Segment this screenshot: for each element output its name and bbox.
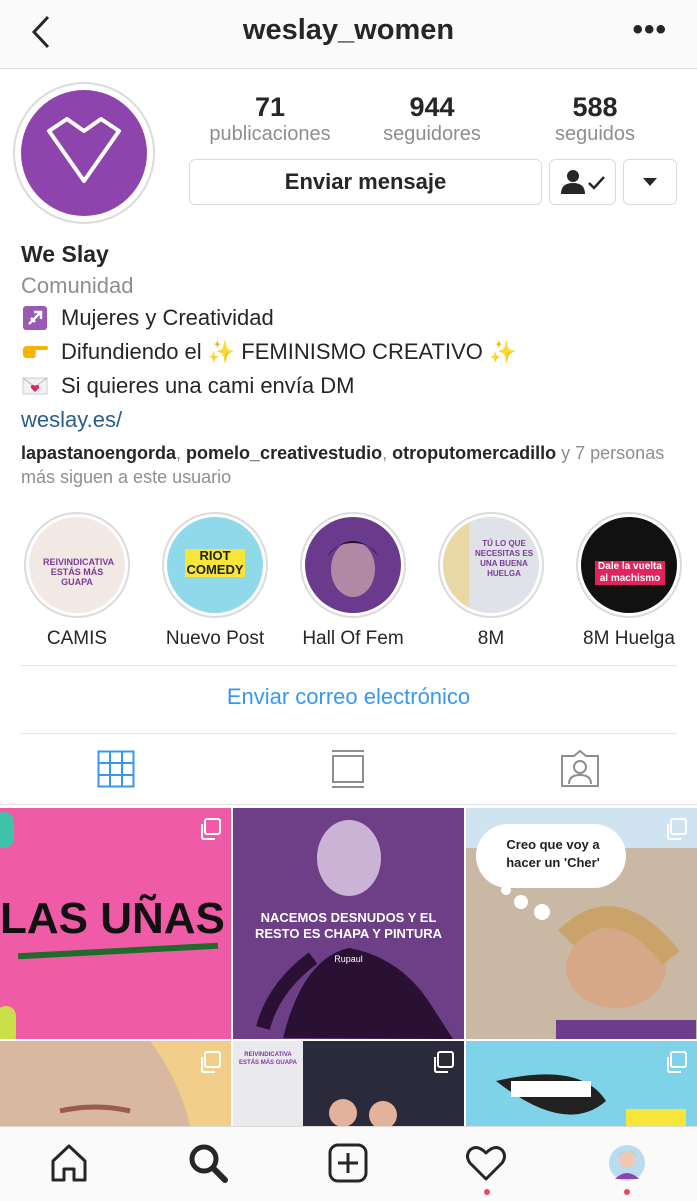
- profile-bio: We Slay Comunidad Mujeres y Creatividad …: [21, 238, 681, 489]
- tab-grid[interactable]: [86, 744, 146, 794]
- multiple-photos-icon: [434, 1051, 454, 1073]
- multiple-photos-icon: [201, 818, 221, 840]
- bio-text: Difundiendo el ✨ FEMINISMO CREATIVO ✨: [61, 339, 517, 364]
- highlight-ring: REIVINDICATIVA ESTÁS MÁS GUAPA: [24, 512, 130, 618]
- pointing-hand-icon: [21, 340, 49, 364]
- nav-activity[interactable]: [456, 1137, 516, 1189]
- stat-label: publicaciones: [209, 123, 331, 145]
- nav-search[interactable]: [178, 1137, 238, 1189]
- love-letter-icon: [21, 374, 49, 398]
- bottom-nav: [0, 1126, 697, 1201]
- thumbnail-text: TÚ LO QUE NECESITAS ES UNA BUENA HUELGA: [474, 539, 534, 578]
- following-button[interactable]: [549, 159, 616, 205]
- highlight-ring: Dale la vuelta al machismo: [576, 512, 682, 618]
- follower-username[interactable]: otroputomercadillo: [392, 443, 556, 463]
- caret-down-icon: [643, 178, 657, 186]
- profile-avatar[interactable]: [13, 82, 155, 224]
- follower-username[interactable]: pomelo_creativestudio: [186, 443, 382, 463]
- thumbnail-text: REIVINDICATIVA ESTÁS MÁS GUAPA: [43, 557, 115, 587]
- top-bar: weslay_women •••: [0, 0, 697, 69]
- highlight-thumbnail: RIOT COMEDY: [167, 517, 263, 613]
- feed-icon: [332, 750, 364, 788]
- sagittarius-icon: [21, 306, 49, 330]
- highlight-label: 8M Huelga: [583, 628, 675, 649]
- post-thumbnail[interactable]: REIVINDICATIVA ESTÁS MÁS GUAPA: [233, 1041, 464, 1126]
- send-email-button[interactable]: Enviar correo electrónico: [0, 684, 697, 710]
- person-check-icon: [560, 170, 605, 194]
- bio-line: Difundiendo el ✨ FEMINISMO CREATIVO ✨: [21, 335, 681, 369]
- separator: ,: [382, 443, 393, 463]
- profile-username: weslay_women: [242, 14, 455, 46]
- post-subtext: Rupaul: [334, 954, 363, 964]
- stat-followers[interactable]: 944 seguidores: [352, 92, 512, 146]
- multiple-photos-icon: [667, 818, 687, 840]
- activity-icon: [466, 1146, 506, 1181]
- post-text: LAS UÑAS: [0, 894, 225, 943]
- stat-value: 944: [409, 92, 455, 122]
- bio-line: Mujeres y Creatividad: [21, 301, 681, 335]
- send-message-button[interactable]: Enviar mensaje: [189, 159, 542, 205]
- bio-text: Si quieres una cami envía DM: [61, 373, 355, 398]
- stat-label: seguidores: [383, 123, 481, 145]
- stat-following[interactable]: 588 seguidos: [515, 92, 675, 146]
- profile-icon: [609, 1145, 645, 1181]
- highlight-hall-of-fem[interactable]: Hall Of Fem: [293, 512, 413, 650]
- tagged-icon: [561, 750, 599, 787]
- divider: [0, 804, 697, 805]
- separator: ,: [176, 443, 187, 463]
- stat-posts[interactable]: 71 publicaciones: [190, 92, 350, 146]
- multiple-photos-icon: [201, 1051, 221, 1073]
- divider: [20, 665, 677, 666]
- nav-home[interactable]: [39, 1137, 99, 1189]
- post-thumbnail[interactable]: [466, 1041, 697, 1126]
- nav-profile[interactable]: [597, 1137, 657, 1189]
- post-text: NACEMOS DESNUDOS Y EL RESTO ES CHAPA Y P…: [254, 910, 443, 941]
- grid-icon: [97, 750, 135, 788]
- followed-by-text[interactable]: lapastanoengorda, pomelo_creativestudio,…: [21, 441, 681, 489]
- post-thumbnail[interactable]: [0, 1041, 231, 1126]
- thumbnail-text: RIOT COMEDY: [185, 548, 245, 577]
- highlight-label: 8M: [477, 628, 505, 649]
- nav-new-post[interactable]: [318, 1137, 378, 1189]
- highlight-label: CAMIS: [46, 628, 108, 649]
- highlight-ring: [300, 512, 406, 618]
- bio-line: Si quieres una cami envía DM: [21, 369, 681, 403]
- search-icon: [189, 1144, 228, 1183]
- suggestions-dropdown-button[interactable]: [623, 159, 677, 205]
- new-post-icon: [328, 1143, 368, 1183]
- more-options-icon[interactable]: •••: [632, 15, 667, 45]
- activity-notification-dot: [484, 1189, 490, 1195]
- highlight-thumbnail: [305, 517, 401, 613]
- website-link[interactable]: weslay.es/: [21, 403, 681, 437]
- highlight-camis[interactable]: REIVINDICATIVA ESTÁS MÁS GUAPA CAMIS: [17, 512, 137, 650]
- tab-tagged[interactable]: [550, 744, 610, 794]
- profile-notification-dot: [624, 1189, 630, 1195]
- highlight-thumbnail: TÚ LO QUE NECESITAS ES UNA BUENA HUELGA: [443, 517, 539, 613]
- divider: [20, 733, 677, 734]
- highlight-8m-huelga[interactable]: Dale la vuelta al machismo 8M Huelga: [569, 512, 689, 650]
- post-thumbnail[interactable]: LAS UÑAS: [0, 808, 231, 1039]
- thumbnail-text: Dale la vuelta al machismo: [595, 561, 665, 585]
- tab-feed[interactable]: [318, 744, 378, 794]
- stat-value: 71: [254, 92, 286, 122]
- highlight-label: Hall Of Fem: [302, 628, 404, 649]
- highlight-thumbnail: REIVINDICATIVA ESTÁS MÁS GUAPA: [29, 517, 125, 613]
- heart-logo: [21, 90, 147, 216]
- highlight-8m[interactable]: TÚ LO QUE NECESITAS ES UNA BUENA HUELGA …: [431, 512, 551, 650]
- multiple-photos-icon: [667, 1051, 687, 1073]
- highlight-ring: TÚ LO QUE NECESITAS ES UNA BUENA HUELGA: [438, 512, 544, 618]
- post-thumbnail[interactable]: NACEMOS DESNUDOS Y EL RESTO ES CHAPA Y P…: [233, 808, 464, 1039]
- stat-value: 588: [572, 92, 618, 122]
- highlight-label: Nuevo Post: [165, 628, 265, 649]
- highlight-ring: RIOT COMEDY: [162, 512, 268, 618]
- home-icon: [51, 1144, 87, 1182]
- profile-category: Comunidad: [21, 273, 134, 298]
- highlight-thumbnail: Dale la vuelta al machismo: [581, 517, 677, 613]
- profile-name: We Slay: [21, 241, 109, 267]
- stat-label: seguidos: [554, 123, 636, 145]
- highlight-nuevo-post[interactable]: RIOT COMEDY Nuevo Post: [155, 512, 275, 650]
- follower-username[interactable]: lapastanoengorda: [21, 443, 176, 463]
- bio-text: Mujeres y Creatividad: [61, 305, 274, 330]
- post-thumbnail[interactable]: Creo que voy a hacer un 'Cher': [466, 808, 697, 1039]
